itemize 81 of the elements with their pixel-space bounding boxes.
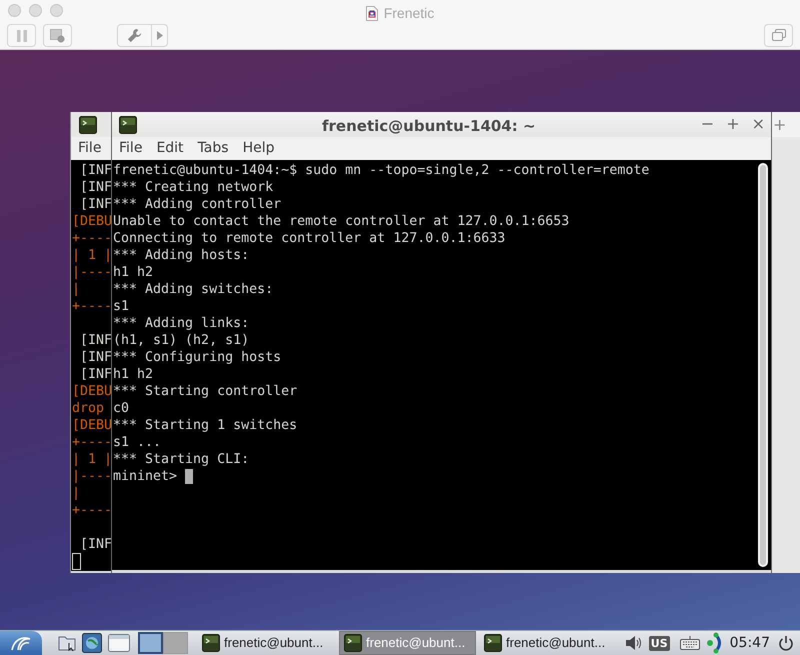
bird-logo-icon <box>10 635 32 651</box>
terminal-line: *** Creating network <box>113 180 274 195</box>
terminal-line: [INF <box>79 197 112 212</box>
terminal-line: c0 <box>113 401 130 416</box>
terminal-icon <box>484 634 502 652</box>
terminal-line: *** Adding hosts: <box>113 248 250 263</box>
terminal-line: *** Starting controller <box>113 384 298 399</box>
terminal-line: *** Adding links: <box>113 316 250 331</box>
window-button[interactable] <box>106 632 132 654</box>
volume-icon[interactable] <box>624 635 643 651</box>
workspace-button[interactable] <box>138 632 163 654</box>
terminal-line: [DEBU <box>72 214 112 229</box>
terminal-prompt: mininet> <box>113 468 178 485</box>
window-mode-button[interactable] <box>764 24 793 47</box>
window-control-button[interactable]: × <box>752 114 765 134</box>
menu-item[interactable]: File <box>78 138 102 159</box>
windows-icon <box>772 29 786 42</box>
terminal-line: Connecting to remote controller at 127.0.0.1:6633 <box>113 231 506 246</box>
terminal-line: +---- <box>72 231 112 246</box>
terminal-line: | <box>72 486 80 501</box>
terminal-line: h1 h2 <box>113 265 154 280</box>
terminal-line: *** Adding controller <box>113 197 282 212</box>
terminal-line: [INF <box>79 163 112 178</box>
terminal-line: *** Adding switches: <box>113 282 274 297</box>
terminal-line: |---- <box>72 469 112 484</box>
terminal-line: drop <box>72 401 104 416</box>
window-control-button[interactable]: − <box>700 114 714 134</box>
terminal-line: [INF <box>79 333 112 348</box>
terminal-icon <box>344 634 362 652</box>
terminal-line: h1 h2 <box>113 367 154 382</box>
globe-icon <box>82 633 102 653</box>
terminal-line: | 1 | <box>72 452 112 467</box>
task-button[interactable]: frenetic@ubunt... <box>480 631 617 655</box>
caret-icon <box>156 31 162 40</box>
task-button[interactable]: frenetic@ubunt... <box>198 631 335 655</box>
power-icon[interactable] <box>778 635 794 651</box>
window-icon <box>108 634 130 652</box>
terminal-line: |---- <box>72 265 112 280</box>
folder-icon <box>58 634 76 652</box>
terminal-line: [INF <box>79 367 112 382</box>
window-control-button[interactable]: + <box>726 114 740 134</box>
terminal-line: +---- <box>72 435 112 450</box>
terminal-line: [INF <box>79 537 112 552</box>
terminal-line: *** Configuring hosts <box>113 350 282 365</box>
terminal-line: (h1, s1) (h2, s1) <box>113 333 250 348</box>
settings-button[interactable] <box>117 24 168 47</box>
keyboard-layout-indicator[interactable]: US <box>648 636 670 650</box>
terminal-line: [DEBU <box>72 418 112 433</box>
wrench-icon <box>127 28 142 43</box>
browser-button[interactable] <box>81 632 103 654</box>
terminal-line: s1 ... <box>113 435 162 450</box>
window-title: Frenetic <box>384 4 434 23</box>
terminal-line: +---- <box>72 503 112 518</box>
snapshot-icon <box>50 28 65 42</box>
snapshot-button[interactable] <box>43 24 72 47</box>
scrollbar[interactable] <box>758 163 768 567</box>
terminal-icon <box>79 116 97 134</box>
terminal-icon <box>119 116 137 134</box>
window-title: frenetic@ubuntu-1404: ~ <box>322 116 536 137</box>
network-icon[interactable] <box>706 632 724 654</box>
terminal-line: s1 <box>113 299 130 314</box>
terminal-line: | 1 | <box>72 248 112 263</box>
menu-item[interactable]: Tabs <box>198 138 229 159</box>
terminal-line: Unable to contact the remote controller at 127.0.0.1:6653 <box>113 214 570 229</box>
menu-item[interactable]: Help <box>242 138 274 159</box>
start-button[interactable] <box>0 630 42 655</box>
terminal-line: [INF <box>79 180 112 195</box>
clock[interactable]: 05:47 <box>730 632 770 654</box>
pause-icon <box>16 30 26 42</box>
terminal-line: [INF <box>79 350 112 365</box>
menu-item[interactable]: File <box>119 138 142 159</box>
menu-item[interactable]: Edit <box>156 138 184 159</box>
terminal-line: frenetic@ubuntu-1404:~$ sudo mn --topo=single,2 --controller=remote <box>113 163 650 178</box>
terminal-line: +---- <box>72 299 112 314</box>
terminal-line: *** Starting CLI: <box>113 452 250 467</box>
terminal-line: *** Starting 1 switches <box>113 418 298 433</box>
terminal-line: [DEBU <box>72 384 112 399</box>
document-icon <box>366 6 378 21</box>
keyboard-icon[interactable] <box>680 636 700 650</box>
terminal-icon <box>202 634 220 652</box>
terminal-line: | <box>72 282 80 297</box>
